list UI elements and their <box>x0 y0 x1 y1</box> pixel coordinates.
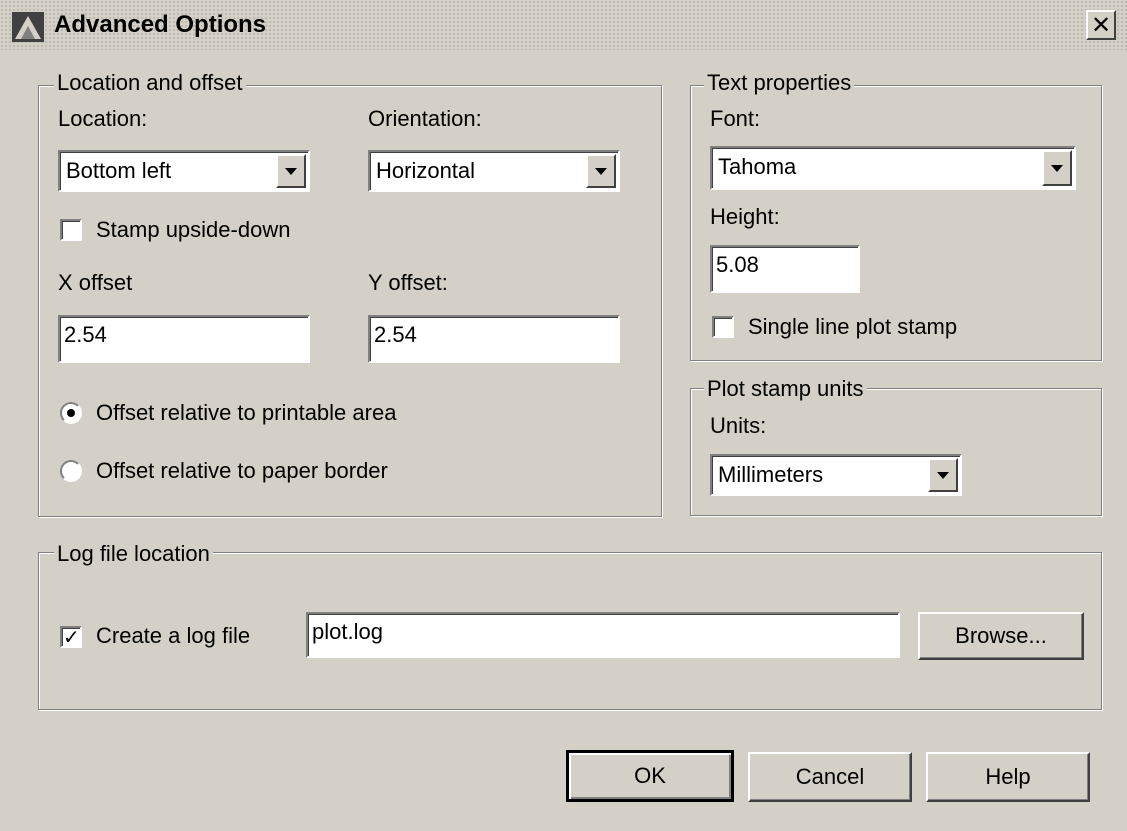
chevron-down-icon[interactable] <box>928 458 958 492</box>
chevron-down-icon[interactable] <box>586 154 616 188</box>
close-button[interactable]: ✕ <box>1086 10 1116 40</box>
height-value: 5.08 <box>716 252 759 277</box>
ok-button-label: OK <box>634 763 666 788</box>
stamp-upside-down-label: Stamp upside-down <box>96 217 291 242</box>
plot-stamp-units-group <box>690 388 1102 516</box>
close-icon: ✕ <box>1090 11 1112 39</box>
font-label: Font: <box>710 106 761 131</box>
units-value: Millimeters <box>718 462 824 487</box>
log-filename-input[interactable]: plot.log <box>306 612 900 658</box>
height-input[interactable]: 5.08 <box>710 245 860 293</box>
units-label: Units: <box>710 413 767 438</box>
units-select[interactable]: Millimeters <box>710 454 962 496</box>
log-filename-value: plot.log <box>312 619 383 644</box>
create-log-label: Create a log file <box>96 623 251 648</box>
chevron-down-icon[interactable] <box>276 154 306 188</box>
orientation-value: Horizontal <box>376 158 476 183</box>
chevron-down-icon[interactable] <box>1042 150 1072 186</box>
x-offset-value: 2.54 <box>64 322 107 347</box>
radio-selected-dot <box>67 409 75 417</box>
radio-printable-area[interactable] <box>60 402 82 424</box>
cancel-button-label: Cancel <box>795 764 865 789</box>
x-offset-input[interactable]: 2.54 <box>58 315 310 363</box>
radio-paper-border-label: Offset relative to paper border <box>96 458 388 483</box>
help-button[interactable]: Help <box>926 752 1090 802</box>
plot-stamp-units-legend: Plot stamp units <box>704 376 867 402</box>
ok-button[interactable]: OK <box>566 750 734 802</box>
stamp-upside-down-checkbox[interactable] <box>60 219 82 241</box>
y-offset-label: Y offset: <box>368 270 448 295</box>
orientation-label: Orientation: <box>368 106 482 131</box>
y-offset-value: 2.54 <box>374 322 417 347</box>
orientation-select[interactable]: Horizontal <box>368 150 620 192</box>
app-icon <box>12 12 44 42</box>
height-label: Height: <box>710 204 780 229</box>
help-button-label: Help <box>985 764 1031 789</box>
y-offset-input[interactable]: 2.54 <box>368 315 620 363</box>
single-line-checkbox[interactable] <box>712 316 734 338</box>
font-select[interactable]: Tahoma <box>710 146 1076 190</box>
create-log-checkbox[interactable]: ✓ <box>60 625 82 649</box>
radio-printable-area-label: Offset relative to printable area <box>96 400 397 425</box>
location-value: Bottom left <box>66 158 172 183</box>
radio-paper-border[interactable] <box>60 460 82 482</box>
location-label: Location: <box>58 106 148 131</box>
single-line-label: Single line plot stamp <box>748 314 958 339</box>
checkmark-icon: ✓ <box>63 625 80 649</box>
cancel-button[interactable]: Cancel <box>748 752 912 802</box>
location-offset-legend: Location and offset <box>54 70 246 96</box>
x-offset-label: X offset <box>58 270 133 295</box>
browse-button[interactable]: Browse... <box>918 612 1084 660</box>
location-select[interactable]: Bottom left <box>58 150 310 192</box>
browse-button-label: Browse... <box>955 623 1047 648</box>
font-value: Tahoma <box>718 154 797 179</box>
log-file-legend: Log file location <box>54 541 213 567</box>
text-properties-legend: Text properties <box>704 70 855 96</box>
window-title: Advanced Options <box>54 11 267 38</box>
